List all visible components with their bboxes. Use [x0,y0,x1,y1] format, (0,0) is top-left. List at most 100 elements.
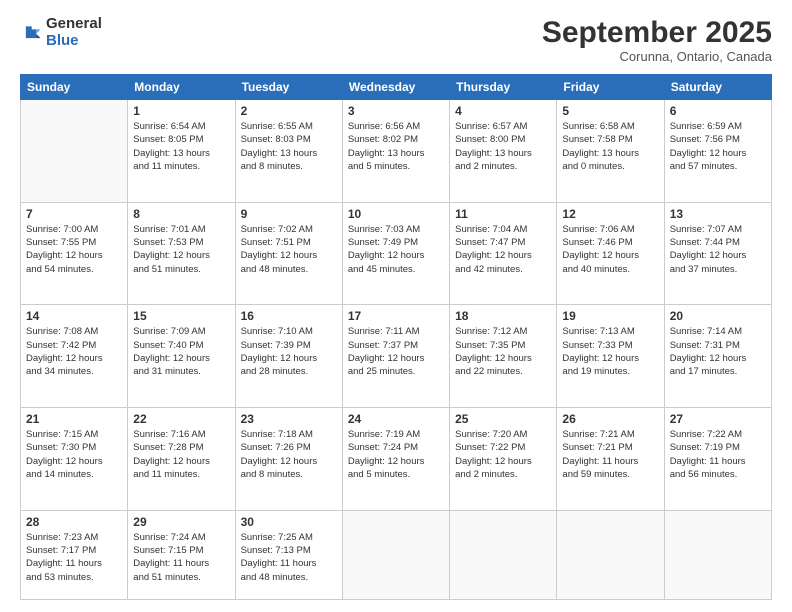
day-info: Sunrise: 6:58 AM Sunset: 7:58 PM Dayligh… [562,120,658,173]
day-number: 10 [348,207,444,221]
table-cell: 25Sunrise: 7:20 AM Sunset: 7:22 PM Dayli… [450,408,557,511]
day-number: 1 [133,104,229,118]
day-info: Sunrise: 6:55 AM Sunset: 8:03 PM Dayligh… [241,120,337,173]
table-cell: 23 Sunrise: 7:18 AM Sunset: 7:26 PM Dayli… [235,408,342,511]
page: General Blue September 2025 Corunna, Ont… [0,0,792,612]
day-info: Sunrise: 7:13 AM Sunset: 7:33 PM Dayligh… [562,325,658,378]
table-cell: 18 Sunrise: 7:12 AM Sunset: 7:35 PM Dayli… [450,305,557,408]
day-info: Sunrise: 6:57 AM Sunset: 8:00 PM Dayligh… [455,120,551,173]
day-number: 18 [455,309,551,323]
day-info: Sunrise: 7:10 AM Sunset: 7:39 PM Dayligh… [241,325,337,378]
table-cell: 3Sunrise: 6:56 AM Sunset: 8:02 PM Daylig… [342,100,449,203]
table-cell: 22 Sunrise: 7:16 AM Sunset: 7:28 PM Dayli… [128,408,235,511]
logo: General Blue [20,16,102,49]
table-cell: 2 Sunrise: 6:55 AM Sunset: 8:03 PM Daylig… [235,100,342,203]
logo-icon [20,22,42,44]
day-info: Sunrise: 7:25 AM Sunset: 7:13 PM Dayligh… [241,531,337,584]
table-cell: 19 Sunrise: 7:13 AM Sunset: 7:33 PM Dayli… [557,305,664,408]
month-title: September 2025 [542,16,772,49]
day-info: Sunrise: 7:23 AM Sunset: 7:17 PM Dayligh… [26,531,122,584]
table-cell: 8 Sunrise: 7:01 AM Sunset: 7:53 PM Daylig… [128,202,235,305]
day-number: 28 [26,515,122,529]
day-info: Sunrise: 7:11 AM Sunset: 7:37 PM Dayligh… [348,325,444,378]
table-cell: 14 Sunrise: 7:08 AM Sunset: 7:42 PM Dayli… [21,305,128,408]
day-number: 21 [26,412,122,426]
table-cell: 11 Sunrise: 7:04 AM Sunset: 7:47 PM Dayli… [450,202,557,305]
day-number: 5 [562,104,658,118]
header-row: Sunday Monday Tuesday Wednesday Thursday… [21,75,772,100]
day-info: Sunrise: 7:01 AM Sunset: 7:53 PM Dayligh… [133,223,229,276]
day-info: Sunrise: 7:04 AM Sunset: 7:47 PM Dayligh… [455,223,551,276]
table-cell: 5 Sunrise: 6:58 AM Sunset: 7:58 PM Daylig… [557,100,664,203]
col-sunday: Sunday [21,75,128,100]
day-number: 16 [241,309,337,323]
day-info: Sunrise: 7:06 AM Sunset: 7:46 PM Dayligh… [562,223,658,276]
day-info: Sunrise: 7:09 AM Sunset: 7:40 PM Dayligh… [133,325,229,378]
day-number: 6 [670,104,766,118]
col-saturday: Saturday [664,75,771,100]
col-friday: Friday [557,75,664,100]
header: General Blue September 2025 Corunna, Ont… [20,16,772,64]
table-cell [664,510,771,599]
day-number: 8 [133,207,229,221]
day-number: 12 [562,207,658,221]
table-cell [450,510,557,599]
day-number: 11 [455,207,551,221]
day-number: 7 [26,207,122,221]
table-cell: 28 Sunrise: 7:23 AM Sunset: 7:17 PM Dayli… [21,510,128,599]
day-number: 29 [133,515,229,529]
day-number: 24 [348,412,444,426]
logo-text: General Blue [46,16,102,49]
table-cell: 26 Sunrise: 7:21 AM Sunset: 7:21 PM Dayli… [557,408,664,511]
day-info: Sunrise: 7:16 AM Sunset: 7:28 PM Dayligh… [133,428,229,481]
day-info: Sunrise: 7:08 AM Sunset: 7:42 PM Dayligh… [26,325,122,378]
day-number: 27 [670,412,766,426]
day-number: 23 [241,412,337,426]
day-info: Sunrise: 7:14 AM Sunset: 7:31 PM Dayligh… [670,325,766,378]
day-number: 2 [241,104,337,118]
col-thursday: Thursday [450,75,557,100]
day-number: 17 [348,309,444,323]
day-info: Sunrise: 6:59 AM Sunset: 7:56 PM Dayligh… [670,120,766,173]
table-cell: 15 Sunrise: 7:09 AM Sunset: 7:40 PM Dayli… [128,305,235,408]
col-tuesday: Tuesday [235,75,342,100]
day-number: 26 [562,412,658,426]
col-wednesday: Wednesday [342,75,449,100]
table-cell: 17 Sunrise: 7:11 AM Sunset: 7:37 PM Dayli… [342,305,449,408]
table-cell: 7 Sunrise: 7:00 AM Sunset: 7:55 PM Daylig… [21,202,128,305]
day-info: Sunrise: 7:03 AM Sunset: 7:49 PM Dayligh… [348,223,444,276]
day-info: Sunrise: 7:24 AM Sunset: 7:15 PM Dayligh… [133,531,229,584]
col-monday: Monday [128,75,235,100]
day-info: Sunrise: 7:12 AM Sunset: 7:35 PM Dayligh… [455,325,551,378]
logo-general: General [46,15,102,32]
table-cell: 20Sunrise: 7:14 AM Sunset: 7:31 PM Dayli… [664,305,771,408]
calendar-table: Sunday Monday Tuesday Wednesday Thursday… [20,74,772,600]
table-cell: 29 Sunrise: 7:24 AM Sunset: 7:15 PM Dayli… [128,510,235,599]
day-number: 19 [562,309,658,323]
day-number: 9 [241,207,337,221]
table-cell: 9 Sunrise: 7:02 AM Sunset: 7:51 PM Daylig… [235,202,342,305]
table-cell [342,510,449,599]
day-number: 14 [26,309,122,323]
day-info: Sunrise: 6:54 AM Sunset: 8:05 PM Dayligh… [133,120,229,173]
table-cell: 4 Sunrise: 6:57 AM Sunset: 8:00 PM Daylig… [450,100,557,203]
table-cell: 13Sunrise: 7:07 AM Sunset: 7:44 PM Dayli… [664,202,771,305]
day-number: 3 [348,104,444,118]
day-info: Sunrise: 7:07 AM Sunset: 7:44 PM Dayligh… [670,223,766,276]
logo-blue: Blue [46,32,79,49]
day-number: 25 [455,412,551,426]
table-cell: 1 Sunrise: 6:54 AM Sunset: 8:05 PM Daylig… [128,100,235,203]
location: Corunna, Ontario, Canada [542,49,772,64]
day-info: Sunrise: 7:15 AM Sunset: 7:30 PM Dayligh… [26,428,122,481]
day-number: 15 [133,309,229,323]
day-number: 22 [133,412,229,426]
table-cell [21,100,128,203]
table-cell: 21 Sunrise: 7:15 AM Sunset: 7:30 PM Dayli… [21,408,128,511]
day-number: 4 [455,104,551,118]
table-cell: 27Sunrise: 7:22 AM Sunset: 7:19 PM Dayli… [664,408,771,511]
day-info: Sunrise: 7:21 AM Sunset: 7:21 PM Dayligh… [562,428,658,481]
day-info: Sunrise: 7:00 AM Sunset: 7:55 PM Dayligh… [26,223,122,276]
day-info: Sunrise: 7:02 AM Sunset: 7:51 PM Dayligh… [241,223,337,276]
day-info: Sunrise: 7:18 AM Sunset: 7:26 PM Dayligh… [241,428,337,481]
table-cell: 12 Sunrise: 7:06 AM Sunset: 7:46 PM Dayli… [557,202,664,305]
